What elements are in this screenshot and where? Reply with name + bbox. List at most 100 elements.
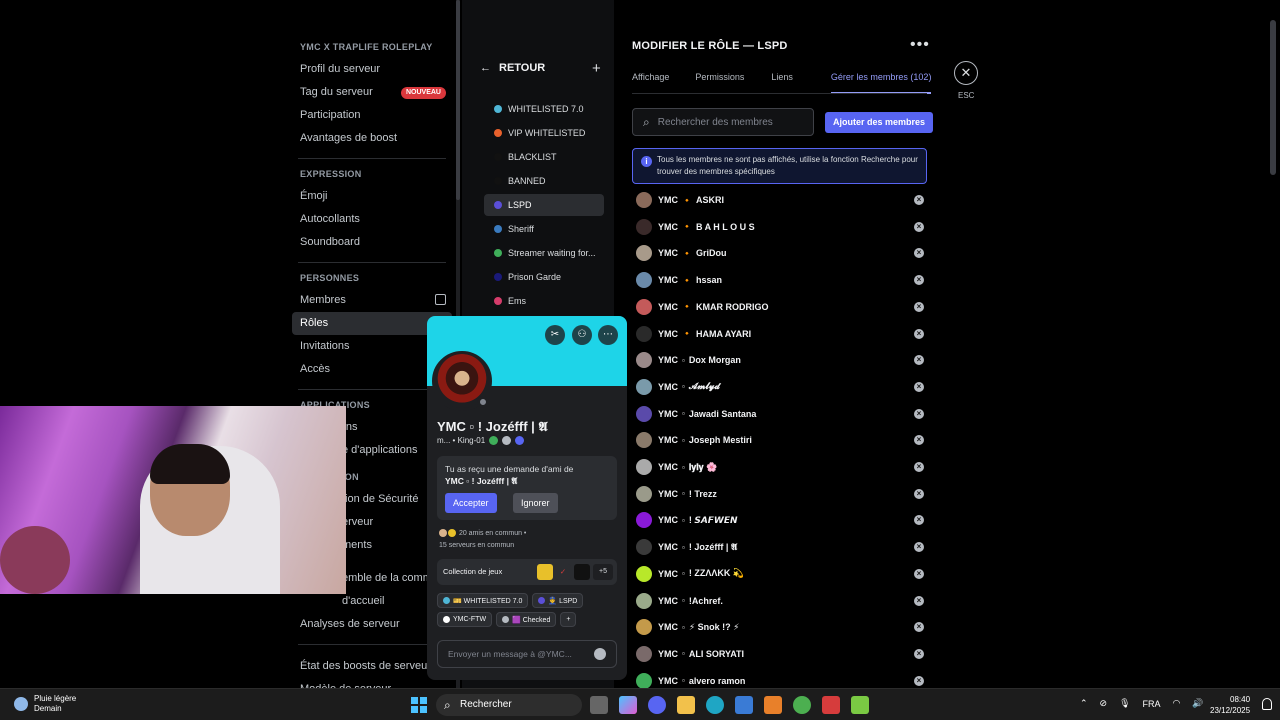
emoji-icon[interactable] — [594, 648, 606, 660]
member-row[interactable]: YMC ▫ Jawadi Santana × — [636, 403, 924, 425]
network-icon[interactable]: ⊘ — [1100, 698, 1108, 709]
sidebar-item-participation[interactable]: Participation — [292, 104, 452, 127]
remove-member-icon[interactable]: × — [914, 622, 924, 633]
tab-manage-members[interactable]: Gérer les membres (102) — [830, 72, 932, 94]
wifi-icon[interactable]: ◠ — [1173, 698, 1181, 709]
remove-member-icon[interactable]: × — [914, 515, 924, 526]
remove-member-icon[interactable]: × — [914, 328, 924, 339]
member-row[interactable]: YMC ▫ Dox Morgan × — [636, 349, 924, 371]
remove-member-icon[interactable]: × — [914, 381, 924, 392]
sidebar-item-members[interactable]: Membres — [292, 289, 452, 312]
member-row[interactable]: YMC 🔸 ASKRI × — [636, 189, 924, 211]
member-row[interactable]: YMC ▫ ⚡ Snok !? ⚡ × — [636, 616, 924, 638]
role-pill[interactable]: 👮 LSPD — [532, 593, 584, 608]
remove-member-icon[interactable]: × — [914, 248, 924, 259]
add-role-button[interactable]: + — [560, 612, 577, 627]
message-input[interactable]: Envoyer un message à @YMC... — [437, 640, 617, 668]
taskbar-clock[interactable]: 08:40 23/12/2025 — [1210, 694, 1250, 716]
volume-icon[interactable]: 🔊 — [1192, 698, 1203, 709]
sidebar-item-server-tag[interactable]: Tag du serveur NOUVEAU — [292, 81, 452, 104]
file-explorer-icon[interactable] — [677, 696, 695, 714]
remove-member-icon[interactable]: × — [914, 568, 924, 579]
sidebar-item-boost-perks[interactable]: Avantages de boost — [292, 127, 452, 150]
tab-links[interactable]: Liens — [771, 72, 793, 94]
main-scrollbar[interactable] — [1270, 20, 1276, 175]
remove-member-icon[interactable]: × — [914, 488, 924, 499]
remove-member-icon[interactable]: × — [914, 355, 924, 366]
search-input[interactable] — [657, 116, 798, 128]
game-collection[interactable]: Collection de jeux ✓ +5 — [437, 559, 617, 585]
role-pill[interactable]: 🎫 WHITELISTED 7.0 — [437, 593, 529, 608]
member-row[interactable]: YMC ▫ 𝓐𝓶𝓵𝔂𝓭 × — [636, 376, 924, 398]
create-role-button[interactable]: + — [592, 60, 601, 77]
accept-button[interactable]: Accepter — [445, 493, 497, 513]
remove-member-icon[interactable]: × — [914, 275, 924, 286]
wrench-icon[interactable]: ✂ — [545, 325, 565, 345]
more-icon[interactable]: ⋯ — [598, 325, 618, 345]
sidebar-item-server-profile[interactable]: Profil du serveur — [292, 58, 452, 81]
role-item[interactable]: Ems — [484, 290, 604, 312]
remove-member-icon[interactable]: × — [914, 195, 924, 205]
member-row[interactable]: YMC 🔸 GriDou × — [636, 242, 924, 264]
role-item[interactable]: LSPD — [484, 194, 604, 216]
member-search[interactable]: ⌕ — [632, 108, 814, 136]
notification-bell-icon[interactable] — [1262, 698, 1272, 710]
store-icon[interactable] — [735, 696, 753, 714]
remove-member-icon[interactable]: × — [914, 648, 924, 659]
role-item[interactable]: Sheriff — [484, 218, 604, 240]
sidebar-item-emoji[interactable]: Émoji — [292, 185, 452, 208]
add-friend-icon[interactable]: ⚇ — [572, 325, 592, 345]
member-row[interactable]: YMC ▫! Trezz × — [636, 483, 924, 505]
role-item[interactable]: BANNED — [484, 170, 604, 192]
task-view-icon[interactable] — [590, 696, 608, 714]
add-members-button[interactable]: Ajouter des membres — [825, 112, 934, 133]
role-item[interactable]: BLACKLIST — [484, 146, 604, 168]
remove-member-icon[interactable]: × — [914, 595, 924, 606]
member-row[interactable]: YMC 🔸 hssan × — [636, 269, 924, 291]
role-pill[interactable]: YMC-FTW — [437, 612, 493, 627]
remove-member-icon[interactable]: × — [914, 542, 924, 553]
member-row[interactable]: YMC ▫ Joseph Mestiri × — [636, 429, 924, 451]
app-icon[interactable] — [822, 696, 840, 714]
windows-start-icon[interactable] — [411, 697, 427, 713]
role-pill[interactable]: 🟪 Checked — [496, 612, 557, 627]
mutual-info[interactable]: 20 amis en commun • 15 serveurs en commu… — [439, 528, 526, 552]
remove-member-icon[interactable]: × — [914, 408, 924, 419]
sidebar-item-stickers[interactable]: Autocollants — [292, 208, 452, 231]
mic-icon[interactable]: 🎙 — [1119, 698, 1130, 709]
more-options-icon[interactable]: ••• — [910, 36, 930, 54]
role-item[interactable]: WHITELISTED 7.0 — [484, 98, 604, 120]
back-button[interactable]: ← RETOUR — [480, 62, 545, 74]
chrome-icon[interactable] — [793, 696, 811, 714]
role-item[interactable]: Prison Garde — [484, 266, 604, 288]
edge-icon[interactable] — [706, 696, 724, 714]
remove-member-icon[interactable]: × — [914, 435, 924, 446]
role-item[interactable]: VIP WHITELISTED — [484, 122, 604, 144]
remove-member-icon[interactable]: × — [914, 462, 924, 472]
tab-display[interactable]: Affichage — [632, 72, 669, 94]
remove-member-icon[interactable]: × — [914, 301, 924, 312]
app-icon[interactable] — [851, 696, 869, 714]
member-row[interactable]: YMC ▫ ALI SORYATI × — [636, 643, 924, 665]
member-row[interactable]: YMC ▫! Jozéfff | 𝕬 × — [636, 536, 924, 558]
remove-member-icon[interactable]: × — [914, 221, 924, 232]
discord-icon[interactable] — [648, 696, 666, 714]
taskbar-search[interactable]: Rechercher — [436, 694, 582, 716]
member-row[interactable]: YMC ▫ !Achref. × — [636, 590, 924, 612]
member-row[interactable]: YMC 🔸 HAMA AYARI × — [636, 323, 924, 345]
remove-member-icon[interactable]: × — [914, 675, 924, 686]
sidebar-item-soundboard[interactable]: Soundboard — [292, 231, 452, 254]
ignore-button[interactable]: Ignorer — [513, 493, 558, 513]
member-row[interactable]: YMC 🔸 KMAR RODRIGO × — [636, 296, 924, 318]
weather-widget[interactable]: Pluie légère Demain — [14, 694, 76, 714]
close-icon[interactable]: ✕ — [954, 61, 978, 85]
member-row[interactable]: YMC ▫! ZZΛΛKK 💫 × — [636, 563, 924, 585]
copilot-icon[interactable] — [619, 696, 637, 714]
member-row[interactable]: YMC ▫! 𝙎𝘼𝙁𝙒𝙀𝙉 × — [636, 509, 924, 531]
tab-permissions[interactable]: Permissions — [695, 72, 744, 94]
member-row[interactable]: YMC 🔸 B A H L O U S × — [636, 216, 924, 238]
role-item[interactable]: Streamer waiting for... — [484, 242, 604, 264]
chevron-up-icon[interactable]: ⌃ — [1080, 698, 1088, 709]
language-indicator[interactable]: FRA — [1143, 699, 1161, 709]
vlc-icon[interactable] — [764, 696, 782, 714]
